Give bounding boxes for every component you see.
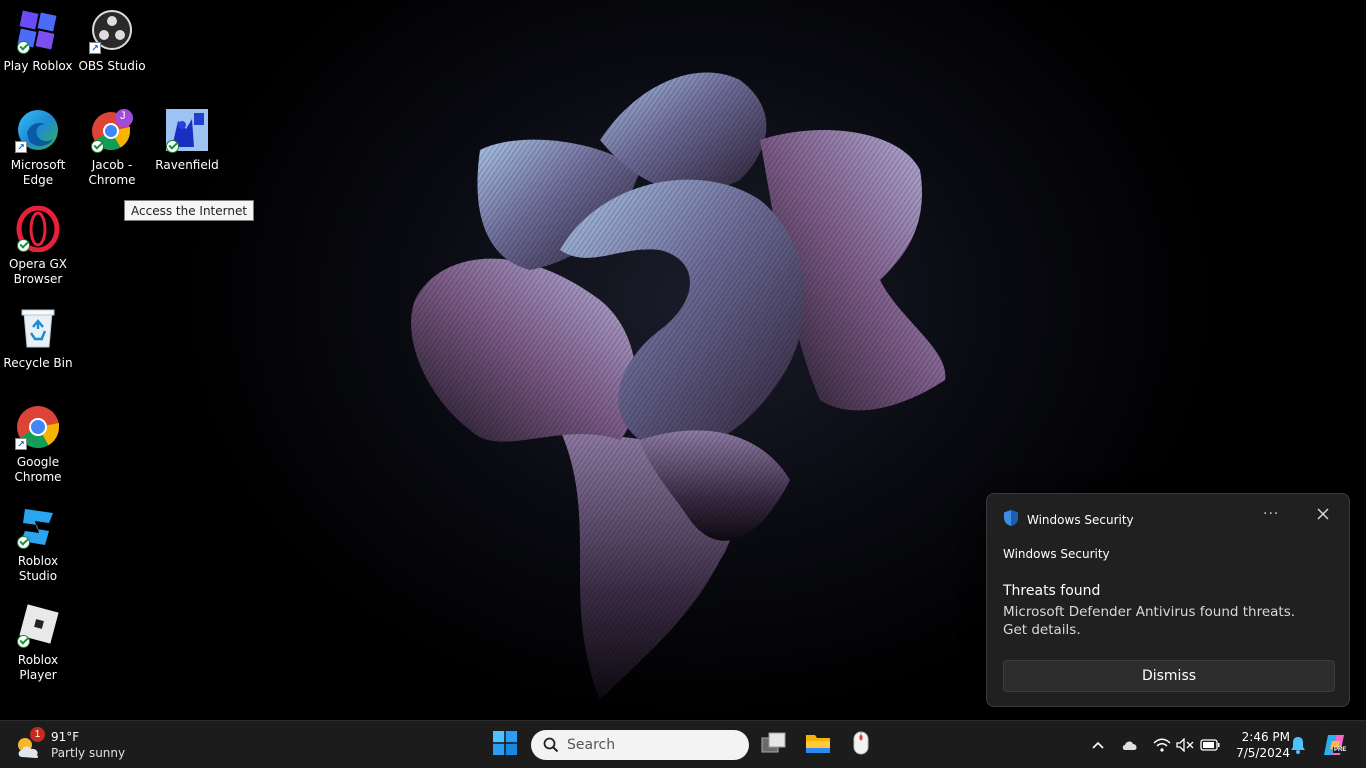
desktop-icon-opera-gx[interactable]: Opera GX Browser [0,204,76,287]
start-button[interactable] [487,727,523,763]
opera-gx-icon [15,205,61,253]
desktop-icon-obs-studio[interactable]: ↗ OBS Studio [74,6,150,74]
ravenfield-icon [164,107,210,153]
edge-icon: ↗ [15,107,61,153]
desktop-icon-roblox-studio[interactable]: Roblox Studio [0,501,76,584]
search-icon [543,737,559,753]
windows-logo-icon [493,730,517,760]
desktop-icon-label: Ravenfield [155,158,219,172]
taskbar-search-box[interactable]: Search [531,730,749,760]
show-hidden-icons-chevron-icon[interactable] [1088,735,1108,755]
toast-body[interactable]: Microsoft Defender Antivirus found threa… [1003,603,1323,639]
clock[interactable]: 2:46 PM 7/5/2024 [1228,729,1290,761]
notification-bell-icon[interactable] [1288,735,1308,755]
sync-check-icon [17,635,30,648]
desktop-icon-jacob-chrome[interactable]: J Jacob - Chrome [74,105,150,188]
roblox-studio-icon [15,503,61,549]
volume-muted-icon[interactable] [1175,735,1195,755]
weather-alert-badge: 1 [30,727,45,742]
sync-check-icon [91,140,104,153]
desktop-icon-roblox-player[interactable]: Roblox Player [0,600,76,683]
folder-icon [805,732,831,759]
onedrive-cloud-icon[interactable] [1120,735,1140,755]
file-explorer-button[interactable] [800,727,836,763]
desktop-icon-recycle-bin[interactable]: Recycle Bin [0,303,76,371]
task-view-icon [761,732,787,759]
roblox-player-icon [15,602,61,648]
more-options-icon[interactable]: ··· [1263,506,1279,522]
desktop-icon-label: Jacob - Chrome [88,158,136,187]
clock-date: 7/5/2024 [1236,746,1290,760]
mouse-icon [851,731,871,760]
weather-temperature: 91°F [51,730,80,744]
battery-icon[interactable] [1200,735,1220,755]
sync-check-icon [17,536,30,549]
sync-check-icon [17,41,30,54]
clock-time: 2:46 PM [1241,730,1290,744]
mouse-app-button[interactable] [843,727,879,763]
obs-icon: ↗ [89,8,135,54]
desktop-icon-microsoft-edge[interactable]: ↗ Microsoft Edge [0,105,76,188]
copilot-icon[interactable]: PRE [1322,732,1348,758]
close-icon[interactable] [1315,506,1331,522]
toast-header: Windows Security [1003,509,1134,531]
desktop-icon-label: Opera GX Browser [8,257,68,286]
task-view-button[interactable] [756,727,792,763]
windows-security-toast[interactable]: Windows Security ··· Windows Security Th… [986,493,1350,707]
desktop-icon-label: Roblox Player [17,653,59,682]
desktop-icon-label: Play Roblox [3,59,73,73]
chrome-profile-icon: J [89,107,135,153]
chrome-icon: ↗ [15,404,61,450]
toast-app-name: Windows Security [1027,513,1134,527]
search-placeholder: Search [567,737,616,753]
sync-check-icon [17,239,30,252]
shortcut-arrow-icon: ↗ [15,141,27,153]
recycle-bin-icon [15,305,61,351]
wifi-icon[interactable] [1152,735,1172,755]
taskbar: 1 91°F Partly sunny Search 2:46 PM 7/5/2… [0,720,1366,768]
desktop-icon-play-roblox[interactable]: Play Roblox [0,6,76,74]
shortcut-arrow-icon: ↗ [15,438,27,450]
desktop-icon-label: Microsoft Edge [10,158,66,187]
roblox-icon [15,8,61,54]
desktop-icon-label: OBS Studio [78,59,146,73]
desktop-icon-label: Recycle Bin [3,356,73,370]
shield-icon [1003,509,1019,531]
sync-check-icon [166,140,179,153]
dismiss-button[interactable]: Dismiss [1003,660,1335,692]
desktop-icon-ravenfield[interactable]: Ravenfield [149,105,225,173]
desktop-icon-label: Google Chrome [14,455,62,484]
weather-widget[interactable]: 1 91°F Partly sunny [14,727,134,763]
profile-initial: J [120,110,126,122]
desktop-icon-google-chrome[interactable]: ↗ Google Chrome [0,402,76,485]
tooltip: Access the Internet [124,200,255,221]
weather-condition: Partly sunny [51,746,126,760]
copilot-pre-badge: PRE [1333,747,1348,753]
desktop-icon-label: Roblox Studio [17,554,59,583]
toast-title: Threats found [1003,583,1101,599]
toast-subtitle: Windows Security [1003,547,1110,561]
shortcut-arrow-icon: ↗ [89,42,101,54]
